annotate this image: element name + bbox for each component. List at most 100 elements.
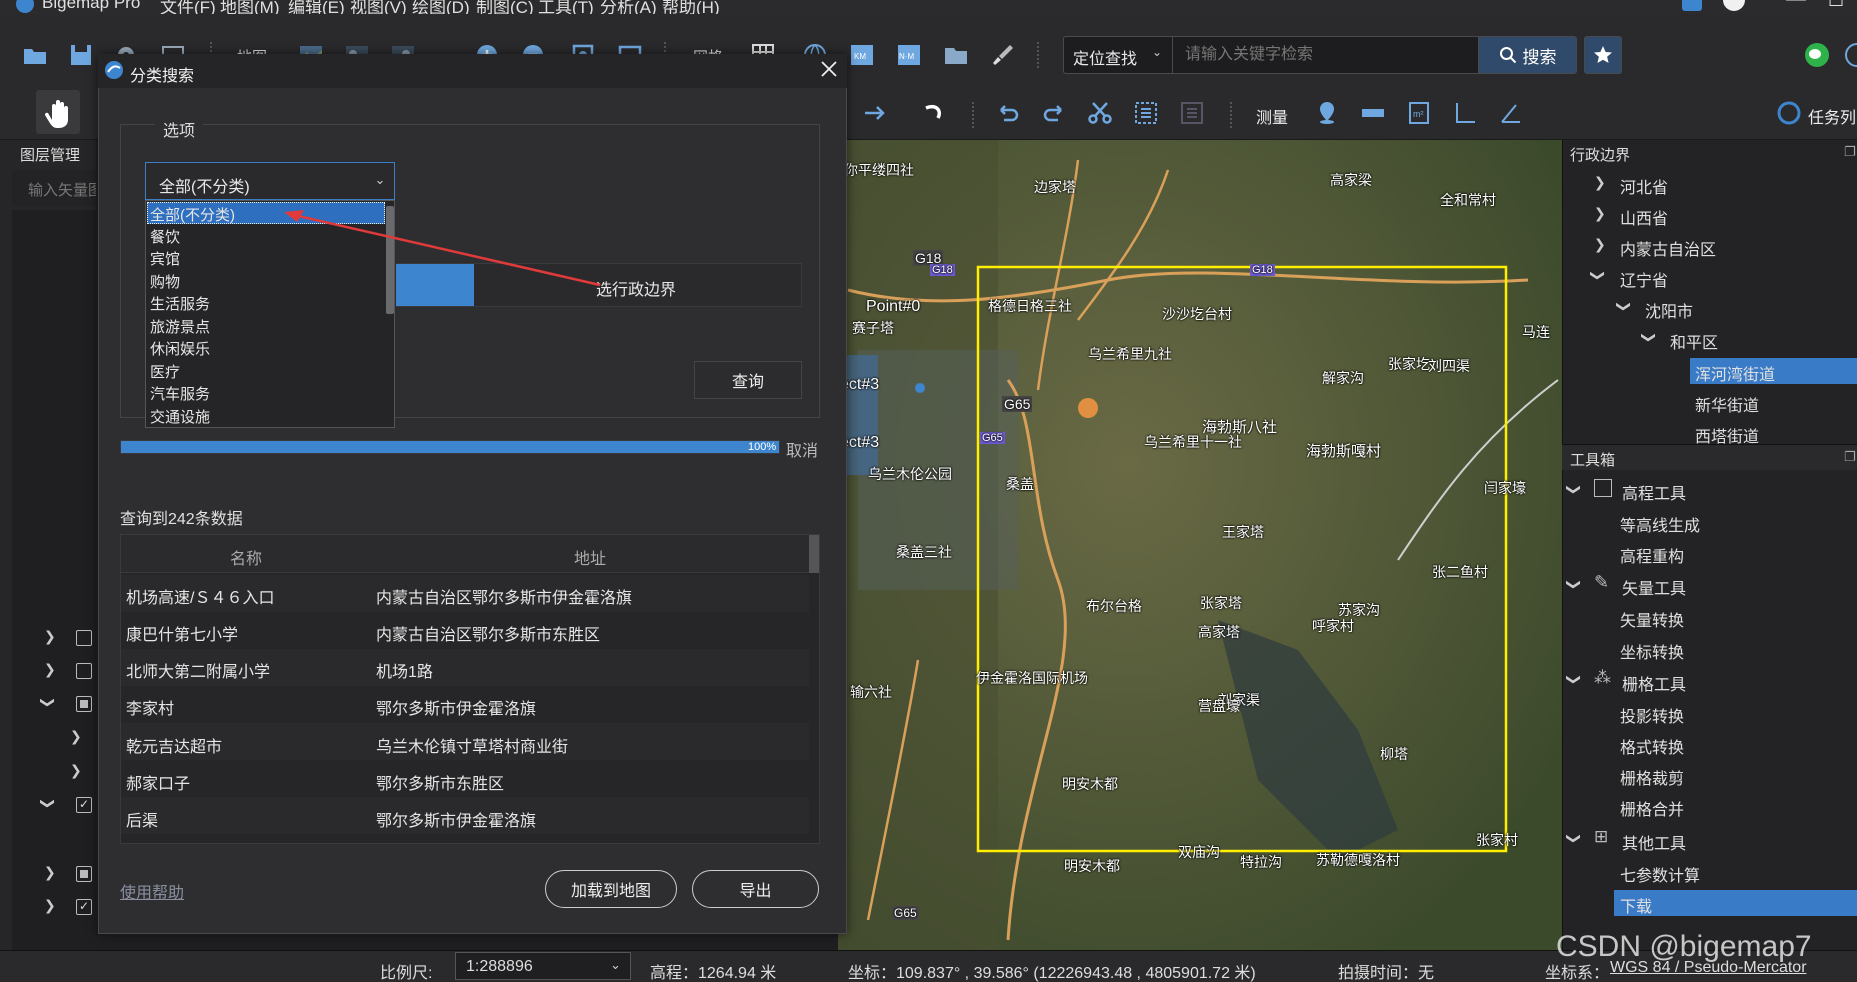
chevron-down-icon[interactable]: ❯ bbox=[1640, 332, 1657, 344]
float-panel-icon[interactable]: ❐ bbox=[1844, 449, 1856, 465]
dropdown-option[interactable]: 全部(不分类) bbox=[150, 204, 235, 225]
float-panel-icon[interactable]: ❐ bbox=[1844, 144, 1856, 160]
search-button[interactable]: 搜索 bbox=[1478, 37, 1576, 73]
toolbox-group-elevation[interactable]: 高程工具 bbox=[1622, 480, 1686, 504]
search-input[interactable] bbox=[1175, 37, 1475, 73]
chevron-down-icon[interactable]: ❯ bbox=[1589, 270, 1606, 282]
wechat-icon[interactable] bbox=[1802, 40, 1832, 70]
tool-vector-convert[interactable]: 矢量转换 bbox=[1620, 607, 1684, 631]
query-button[interactable]: 查询 bbox=[694, 361, 802, 399]
category-select[interactable]: 全部(不分类) bbox=[145, 162, 395, 200]
admin-item-neimenggu[interactable]: 内蒙古自治区 bbox=[1620, 236, 1716, 260]
menu-analysis[interactable]: 分析(A) bbox=[600, 0, 657, 14]
admin-item-shenyang[interactable]: 沈阳市 bbox=[1645, 298, 1693, 322]
chevron-right-icon[interactable]: ❯ bbox=[44, 864, 56, 881]
arrow-right-icon[interactable] bbox=[860, 98, 890, 128]
menu-draw[interactable]: 绘图(D) bbox=[412, 0, 470, 14]
chevron-down-icon[interactable]: ❯ bbox=[1565, 674, 1582, 686]
chevron-right-icon[interactable]: ❯ bbox=[44, 661, 56, 678]
layer-search-input[interactable]: 输入矢量图 bbox=[12, 170, 96, 206]
dropdown-option[interactable]: 购物 bbox=[150, 271, 180, 292]
cancel-link[interactable]: 取消 bbox=[786, 437, 818, 461]
nm-grid-icon[interactable]: N·M bbox=[894, 40, 924, 70]
favorites-button[interactable] bbox=[1584, 36, 1622, 74]
chevron-down-icon[interactable]: ❯ bbox=[1615, 301, 1632, 313]
help-bubble-icon[interactable] bbox=[1842, 40, 1857, 70]
layer-checkbox-checked[interactable]: ✓ bbox=[76, 899, 92, 915]
dropdown-option[interactable]: 旅游景点 bbox=[150, 316, 210, 337]
brush-icon[interactable] bbox=[988, 40, 1018, 70]
select-list-icon[interactable] bbox=[1131, 98, 1161, 128]
chevron-down-icon[interactable]: ❯ bbox=[1565, 484, 1582, 496]
toolbox-group-vector[interactable]: 矢量工具 bbox=[1622, 575, 1686, 599]
layer-checkbox[interactable] bbox=[76, 696, 92, 712]
menu-view[interactable]: 视图(V) bbox=[350, 0, 407, 14]
tool-seven-params[interactable]: 七参数计算 bbox=[1620, 862, 1700, 886]
tool-raster-merge[interactable]: 栅格合并 bbox=[1620, 796, 1684, 820]
folder-map-icon[interactable] bbox=[941, 40, 971, 70]
curve-tool-icon[interactable] bbox=[918, 98, 948, 128]
redo-icon[interactable] bbox=[1039, 98, 1069, 128]
chevron-right-icon[interactable]: ❯ bbox=[44, 628, 56, 645]
tool-coord-convert[interactable]: 坐标转换 bbox=[1620, 639, 1684, 663]
chevron-right-icon[interactable]: ❯ bbox=[70, 762, 82, 779]
toolbox-group-other[interactable]: 其他工具 bbox=[1622, 830, 1686, 854]
chevron-down-icon[interactable]: ❯ bbox=[1565, 833, 1582, 845]
tool-download[interactable]: 下载 bbox=[1620, 893, 1652, 917]
column-header-name[interactable]: 名称 bbox=[230, 545, 262, 569]
minimize-icon[interactable]: — bbox=[1786, 0, 1806, 11]
chevron-down-icon[interactable]: ⌄ bbox=[370, 170, 390, 190]
dropdown-option[interactable]: 宾馆 bbox=[150, 248, 180, 269]
close-button[interactable] bbox=[818, 58, 840, 80]
dropdown-option[interactable]: 医疗 bbox=[150, 361, 180, 382]
help-link[interactable]: 使用帮助 bbox=[120, 879, 184, 903]
menu-tools[interactable]: 工具(T) bbox=[538, 0, 594, 14]
toolbox-group-raster[interactable]: 栅格工具 bbox=[1622, 671, 1686, 695]
menu-cartography[interactable]: 制图(C) bbox=[476, 0, 534, 14]
chevron-right-icon[interactable]: ❯ bbox=[70, 728, 82, 745]
task-list-icon[interactable] bbox=[1774, 98, 1804, 128]
pin-measure-icon[interactable] bbox=[1312, 98, 1342, 128]
dropdown-option[interactable]: 生活服务 bbox=[150, 293, 210, 314]
menu-help[interactable]: 帮助(H) bbox=[662, 0, 720, 14]
export-button[interactable]: 导出 bbox=[692, 870, 819, 908]
tool-format-convert[interactable]: 格式转换 bbox=[1620, 734, 1684, 758]
layer-checkbox[interactable] bbox=[76, 866, 92, 882]
angle-icon[interactable] bbox=[1450, 98, 1480, 128]
layer-checkbox[interactable] bbox=[76, 663, 92, 679]
admin-item-xinhua[interactable]: 新华街道 bbox=[1695, 392, 1759, 416]
tool-raster-clip[interactable]: 栅格裁剪 bbox=[1620, 765, 1684, 789]
area-measure-icon[interactable]: m² bbox=[1404, 98, 1434, 128]
dropdown-option[interactable]: 汽车服务 bbox=[150, 383, 210, 404]
task-list-label[interactable]: 任务列 bbox=[1808, 104, 1856, 128]
chevron-right-icon[interactable]: ❯ bbox=[1594, 205, 1606, 222]
admin-item-heping[interactable]: 和平区 bbox=[1670, 329, 1718, 353]
menu-map[interactable]: 地图(M) bbox=[220, 0, 279, 14]
attribute-list-icon[interactable] bbox=[1177, 98, 1207, 128]
chevron-down-icon[interactable]: ❯ bbox=[39, 697, 56, 709]
dropdown-option[interactable]: 休闲娱乐 bbox=[150, 338, 210, 359]
scale-select[interactable]: 1:288896 ⌄ bbox=[455, 952, 631, 980]
measure-label[interactable]: 测量 bbox=[1256, 104, 1288, 128]
chevron-down-icon[interactable]: ❯ bbox=[39, 798, 56, 810]
dropdown-option[interactable]: 餐饮 bbox=[150, 226, 180, 247]
tool-projection[interactable]: 投影转换 bbox=[1620, 703, 1684, 727]
avatar[interactable] bbox=[1722, 0, 1746, 14]
open-folder-icon[interactable] bbox=[20, 40, 50, 70]
chevron-right-icon[interactable]: ❯ bbox=[1594, 236, 1606, 253]
search-mode-select[interactable]: 定位查找 ⌄ bbox=[1063, 36, 1173, 74]
admin-item-hebei[interactable]: 河北省 bbox=[1620, 174, 1668, 198]
menu-file[interactable]: 文件(F) bbox=[160, 0, 216, 14]
tool-contour[interactable]: 等高线生成 bbox=[1620, 512, 1700, 536]
dialog-titlebar[interactable] bbox=[98, 54, 847, 88]
tool-elevation-rebuild[interactable]: 高程重构 bbox=[1620, 543, 1684, 567]
admin-item-hunhewan[interactable]: 浑河湾街道 bbox=[1695, 361, 1775, 385]
column-header-address[interactable]: 地址 bbox=[574, 545, 606, 569]
table-scrollbar[interactable] bbox=[809, 535, 819, 573]
layer-checkbox-checked[interactable]: ✓ bbox=[76, 797, 92, 813]
save-icon[interactable] bbox=[66, 40, 96, 70]
admin-item-liaoning[interactable]: 辽宁省 bbox=[1620, 267, 1668, 291]
chevron-right-icon[interactable]: ❯ bbox=[1594, 174, 1606, 191]
ruler-icon[interactable] bbox=[1358, 98, 1388, 128]
scissors-icon[interactable] bbox=[1085, 98, 1115, 128]
